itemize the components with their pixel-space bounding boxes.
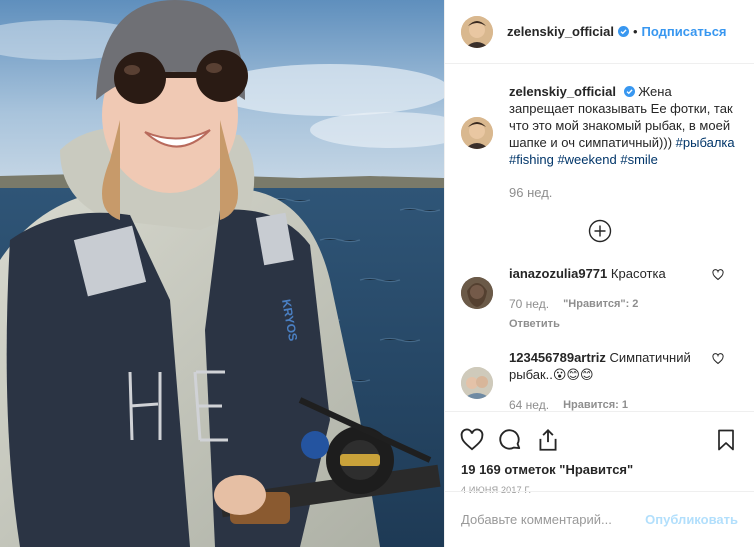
comment-item: 123456789artriz Симпатичний рыбак..😮😊😊 6… xyxy=(461,349,738,411)
hashtag-link[interactable]: #smile xyxy=(620,152,658,167)
avatar-icon xyxy=(461,15,493,48)
action-icons xyxy=(459,420,740,460)
comment-body: ianazozulia9771 Красотка 70 нед. "Нравит… xyxy=(509,265,738,333)
reply-button[interactable]: Ответить xyxy=(509,316,738,333)
caption-avatar[interactable] xyxy=(461,117,493,149)
comment-likes[interactable]: Нравится: 1 xyxy=(563,397,628,411)
comment-input[interactable] xyxy=(461,512,646,527)
avatar-icon xyxy=(461,117,493,149)
hashtag-link[interactable]: #weekend xyxy=(557,152,616,167)
comment-icon[interactable] xyxy=(497,427,523,453)
post-panel: zelenskiy_official • Подписаться zelensk… xyxy=(444,0,754,547)
follow-button[interactable]: Подписаться xyxy=(642,24,727,39)
caption-timestamp[interactable]: 96 нед. xyxy=(509,184,738,201)
avatar-icon xyxy=(461,277,493,309)
post-header: zelenskiy_official • Подписаться xyxy=(445,0,754,64)
comment-body: 123456789artriz Симпатичний рыбак..😮😊😊 6… xyxy=(509,349,738,411)
caption-username[interactable]: zelenskiy_official xyxy=(509,84,616,99)
post-photo[interactable]: KRYOS xyxy=(0,0,444,547)
plus-circle-icon xyxy=(588,219,611,243)
comment-username[interactable]: 123456789artriz xyxy=(509,350,606,365)
bookmark-icon[interactable] xyxy=(714,427,738,453)
commenter-avatar[interactable] xyxy=(461,367,493,399)
author-avatar[interactable] xyxy=(461,15,493,48)
comment-like-heart-icon[interactable] xyxy=(712,269,724,281)
comment-username[interactable]: ianazozulia9771 xyxy=(509,266,607,281)
comment-meta: 70 нед. "Нравится": 2 xyxy=(509,296,738,313)
header-separator: • xyxy=(632,24,638,39)
commenter-avatar[interactable] xyxy=(461,277,493,309)
comment-likes[interactable]: "Нравится": 2 xyxy=(563,296,638,313)
post-actions: 19 169 отметок "Нравится" 4 июня 2017 г. xyxy=(445,411,754,495)
comment-meta: 64 нед. Нравится: 1 xyxy=(509,397,738,411)
comment-timestamp[interactable]: 70 нед. xyxy=(509,296,549,313)
hashtag-link[interactable]: #fishing xyxy=(509,152,554,167)
add-comment-bar: Опубликовать xyxy=(445,491,754,547)
heart-icon[interactable] xyxy=(459,427,485,453)
comment-like-heart-icon[interactable] xyxy=(712,353,724,365)
comments-list[interactable]: zelenskiy_official Жена запрещает показы… xyxy=(445,65,754,411)
comment-item: ianazozulia9771 Красотка 70 нед. "Нравит… xyxy=(461,265,738,333)
avatar-icon xyxy=(461,367,493,399)
publish-button[interactable]: Опубликовать xyxy=(645,512,738,527)
comment-timestamp[interactable]: 64 нед. xyxy=(509,397,549,411)
hashtag-link[interactable]: #рыбалка xyxy=(676,135,735,150)
verified-badge-icon xyxy=(617,26,629,37)
verified-badge-icon xyxy=(623,86,635,97)
comment-text: Красотка xyxy=(610,266,666,281)
share-icon[interactable] xyxy=(535,427,561,453)
post-caption: zelenskiy_official Жена запрещает показы… xyxy=(461,83,738,201)
post-photo-illustration: KRYOS xyxy=(0,0,444,547)
author-username[interactable]: zelenskiy_official xyxy=(507,24,614,39)
likes-count[interactable]: 19 169 отметок "Нравится" xyxy=(459,462,740,477)
load-more-comments-button[interactable] xyxy=(461,219,738,243)
caption-body: zelenskiy_official Жена запрещает показы… xyxy=(509,83,738,201)
